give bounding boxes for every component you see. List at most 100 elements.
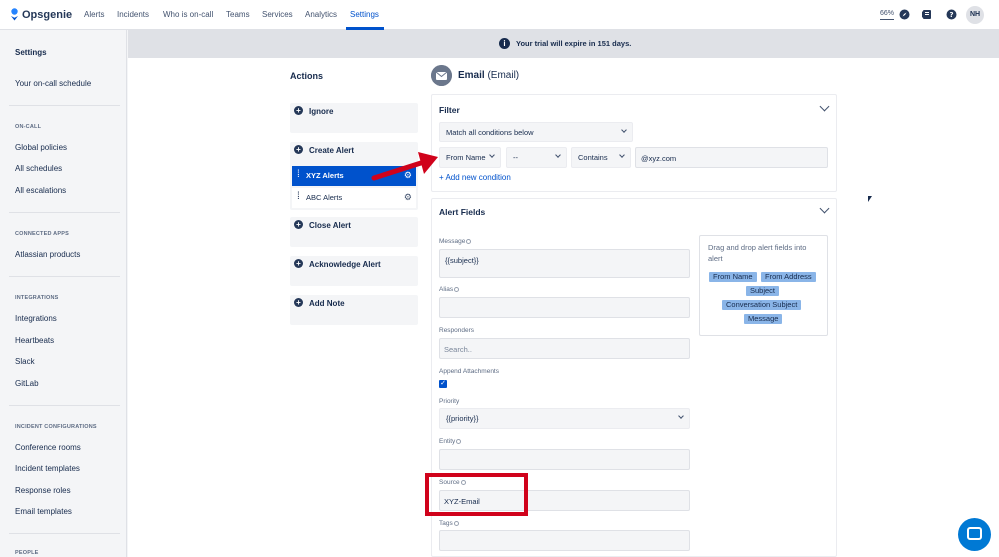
sidebar-item-on-call-schedule[interactable]: Your on-call schedule xyxy=(15,79,91,88)
email-icon xyxy=(431,65,452,86)
tags-field[interactable] xyxy=(439,530,690,551)
actions-title: Actions xyxy=(290,71,324,81)
sidebar-item-heartbeats[interactable]: Heartbeats xyxy=(15,336,54,345)
sub-action-abc-alerts[interactable]: ⁞ ABC Alerts ⚙ xyxy=(292,188,416,208)
drag-handle-icon[interactable]: ⁞ xyxy=(297,170,300,180)
action-ignore[interactable]: + Ignore xyxy=(290,103,418,133)
sidebar-section-on-call: ON-CALL xyxy=(15,124,42,130)
chevron-down-icon xyxy=(678,413,684,419)
filter-value-text: @xyz.com xyxy=(641,154,677,163)
action-create-alert-label: Create Alert xyxy=(309,146,355,155)
message-label: Message xyxy=(439,238,472,245)
match-conditions-select[interactable]: Match all conditions below xyxy=(439,122,633,142)
sidebar-item-gitlab[interactable]: GitLab xyxy=(15,379,39,388)
nav-analytics[interactable]: Analytics xyxy=(305,10,337,19)
action-acknowledge-alert[interactable]: + Acknowledge Alert xyxy=(290,256,418,286)
sidebar-divider xyxy=(9,276,120,277)
sidebar-item-all-escalations[interactable]: All escalations xyxy=(15,186,66,195)
integration-title: Email (Email) xyxy=(458,70,519,81)
compass-icon[interactable] xyxy=(899,9,910,20)
chevron-down-icon xyxy=(489,152,495,158)
help-icon[interactable]: ? xyxy=(946,9,957,20)
token-message[interactable]: Message xyxy=(744,314,783,324)
chevron-down-icon xyxy=(555,152,561,158)
sidebar-item-integrations[interactable]: Integrations xyxy=(15,314,57,323)
help-icon xyxy=(466,238,472,244)
notes-icon[interactable] xyxy=(921,9,932,20)
nav-services[interactable]: Services xyxy=(262,10,293,19)
responders-label: Responders xyxy=(439,327,475,334)
action-add-note-label: Add Note xyxy=(309,299,345,308)
tags-label: Tags xyxy=(439,520,459,527)
sidebar-divider xyxy=(9,405,120,406)
filter-value-input[interactable]: @xyz.com xyxy=(635,147,828,168)
sidebar-item-slack[interactable]: Slack xyxy=(15,357,35,366)
sidebar-item-atlassian-products[interactable]: Atlassian products xyxy=(15,250,80,259)
sidebar-section-connected-apps: CONNECTED APPS xyxy=(15,231,69,237)
entity-label: Entity xyxy=(439,438,462,445)
filter-title: Filter xyxy=(439,105,460,115)
append-attachments-label: Append Attachments xyxy=(439,368,499,375)
token-conversation-subject[interactable]: Conversation Subject xyxy=(722,300,802,310)
settings-sidebar xyxy=(0,30,127,557)
info-icon: i xyxy=(499,38,510,49)
help-icon xyxy=(456,438,462,444)
plus-icon: + xyxy=(294,106,303,115)
action-ignore-label: Ignore xyxy=(309,107,334,116)
action-close-alert[interactable]: + Close Alert xyxy=(290,217,418,247)
user-avatar[interactable]: NH xyxy=(966,6,984,24)
chevron-down-icon xyxy=(619,152,625,158)
help-icon xyxy=(454,286,460,292)
sub-action-xyz-label: XYZ Alerts xyxy=(306,171,344,180)
priority-select[interactable]: {{priority}} xyxy=(439,408,690,429)
sidebar-item-all-schedules[interactable]: All schedules xyxy=(15,164,62,173)
nav-alerts[interactable]: Alerts xyxy=(84,10,104,19)
help-icon xyxy=(453,520,459,526)
token-from-name[interactable]: From Name xyxy=(709,272,757,282)
gear-icon[interactable]: ⚙ xyxy=(404,192,412,202)
token-subject[interactable]: Subject xyxy=(746,286,780,296)
nav-incidents[interactable]: Incidents xyxy=(117,10,149,19)
add-condition-link[interactable]: + Add new condition xyxy=(439,173,511,182)
chat-icon xyxy=(967,527,982,540)
append-attachments-checkbox[interactable]: ✓ xyxy=(439,380,447,388)
sidebar-section-people: PEOPLE xyxy=(15,550,39,556)
sidebar-divider xyxy=(9,105,120,106)
integration-subtitle: (Email) xyxy=(487,70,520,81)
responders-input[interactable]: Search.. xyxy=(439,338,690,359)
mouse-cursor xyxy=(868,196,872,202)
chevron-down-icon xyxy=(621,127,627,133)
priority-label: Priority xyxy=(439,398,460,405)
sidebar-item-global-policies[interactable]: Global policies xyxy=(15,143,67,152)
sidebar-heading-settings: Settings xyxy=(15,48,47,57)
sidebar-section-incident-configurations: INCIDENT CONFIGURATIONS xyxy=(15,424,97,430)
match-conditions-value: Match all conditions below xyxy=(446,128,534,137)
nav-teams[interactable]: Teams xyxy=(226,10,250,19)
nav-settings[interactable]: Settings xyxy=(350,10,379,19)
plus-icon: + xyxy=(294,145,303,154)
sidebar-item-response-roles[interactable]: Response roles xyxy=(15,486,71,495)
filter-not-select[interactable]: -- xyxy=(506,147,567,168)
annotation-highlight-box xyxy=(425,473,528,516)
entity-field[interactable] xyxy=(439,449,690,470)
filter-not-value: -- xyxy=(513,153,518,162)
priority-value: {{priority}} xyxy=(446,414,479,423)
opsgenie-logo[interactable]: Opsgenie xyxy=(10,8,72,21)
alias-field[interactable] xyxy=(439,297,690,318)
tags-label-text: Tags xyxy=(439,520,453,527)
plus-icon: + xyxy=(294,220,303,229)
app-name: Opsgenie xyxy=(22,8,73,21)
svg-text:?: ? xyxy=(949,11,953,19)
nav-who-is-on-call[interactable]: Who is on-call xyxy=(163,10,213,19)
alias-label: Alias xyxy=(439,286,460,293)
sub-action-abc-label: ABC Alerts xyxy=(306,193,343,202)
sidebar-item-conference-rooms[interactable]: Conference rooms xyxy=(15,443,81,452)
drag-handle-icon[interactable]: ⁞ xyxy=(297,192,300,202)
filter-operation-select[interactable]: Contains xyxy=(571,147,631,168)
sidebar-item-incident-templates[interactable]: Incident templates xyxy=(15,464,80,473)
filter-field-select[interactable]: From Name xyxy=(439,147,501,168)
action-add-note[interactable]: + Add Note xyxy=(290,295,418,325)
token-from-address[interactable]: From Address xyxy=(761,272,816,282)
message-field[interactable]: {{subject}} xyxy=(439,249,690,278)
sidebar-item-email-templates[interactable]: Email templates xyxy=(15,507,72,516)
